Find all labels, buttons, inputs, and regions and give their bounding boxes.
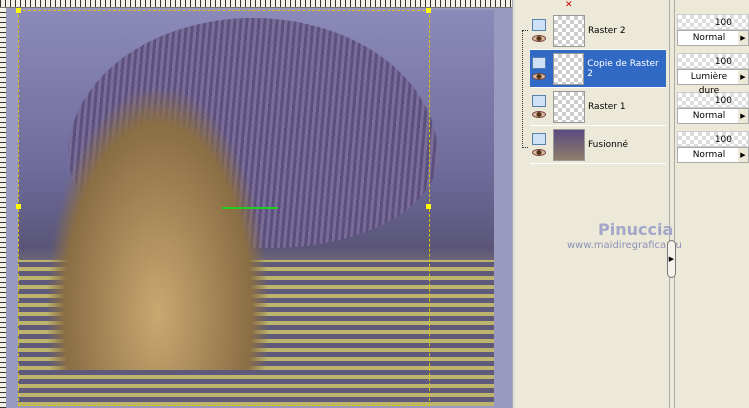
layer-name: Fusionné [588, 139, 629, 150]
dropdown-arrow-icon[interactable]: ▶ [738, 148, 748, 162]
blend-mode-value: Normal [692, 150, 726, 160]
rotation-handle[interactable] [222, 207, 278, 209]
layer-row[interactable]: Fusionné [530, 126, 666, 164]
selection-handle[interactable] [16, 8, 21, 13]
layer-name: Copie de Raster 2 [587, 58, 659, 79]
dropdown-arrow-icon[interactable]: ▶ [738, 31, 748, 45]
horizontal-ruler [0, 0, 512, 8]
opacity-slider[interactable]: 100 [677, 53, 749, 69]
layer-name: Raster 1 [588, 101, 626, 112]
opacity-slider[interactable]: 100 [677, 131, 749, 147]
dropdown-arrow-icon[interactable]: ▶ [738, 109, 748, 123]
layers-list: Raster 2 Copie de Raster 2 Raster 1 Fusi… [530, 12, 666, 164]
blend-mode-select[interactable]: Normal ▶ [677, 108, 749, 124]
delete-layer-icon[interactable]: ✕ [565, 0, 573, 10]
selection-handle[interactable] [426, 204, 431, 209]
layer-thumbnail [553, 14, 585, 47]
blend-mode-select[interactable]: Normal ▶ [677, 147, 749, 163]
layer-properties: 100 Normal ▶ 100 Lumière dure ▶ 100 Normal ▶ 1… [677, 12, 749, 168]
layer-thumbnail [552, 52, 585, 85]
layer-icon [532, 57, 546, 69]
visibility-eye-icon[interactable] [532, 73, 546, 80]
layer-thumbnail [553, 90, 585, 123]
layer-thumbnail [553, 128, 585, 161]
visibility-eye-icon[interactable] [532, 35, 546, 42]
layer-name: Raster 2 [588, 25, 626, 36]
properties-divider [669, 0, 675, 408]
blend-mode-select[interactable]: Lumière dure ▶ [677, 69, 749, 96]
visibility-eye-icon[interactable] [532, 111, 546, 118]
layers-toolbar: ✕ [515, 0, 675, 10]
selection-handle[interactable] [16, 204, 21, 209]
panel-divider [512, 0, 515, 408]
blend-mode-value: Normal [692, 111, 726, 121]
visibility-eye-icon[interactable] [532, 149, 546, 156]
blend-mode-value: Normal [692, 33, 726, 43]
layer-icon [532, 19, 546, 31]
layer-icon [532, 133, 546, 145]
blend-mode-select[interactable]: Normal ▶ [677, 30, 749, 46]
layer-row[interactable]: Raster 1 [530, 88, 666, 126]
canvas-workspace[interactable] [6, 8, 512, 408]
layer-group-tree [522, 30, 528, 148]
watermark-url: www.maidiregrafica.eu [567, 240, 682, 251]
opacity-slider[interactable]: 100 [677, 14, 749, 30]
panel-splitter-grip[interactable]: ▶ [667, 240, 676, 278]
layer-row[interactable]: Copie de Raster 2 [530, 50, 666, 88]
watermark-name: Pinuccia [598, 220, 674, 239]
selection-handle[interactable] [426, 8, 431, 13]
layer-icon [532, 95, 546, 107]
layer-row[interactable]: Raster 2 [530, 12, 666, 50]
dropdown-arrow-icon[interactable]: ▶ [738, 70, 748, 84]
